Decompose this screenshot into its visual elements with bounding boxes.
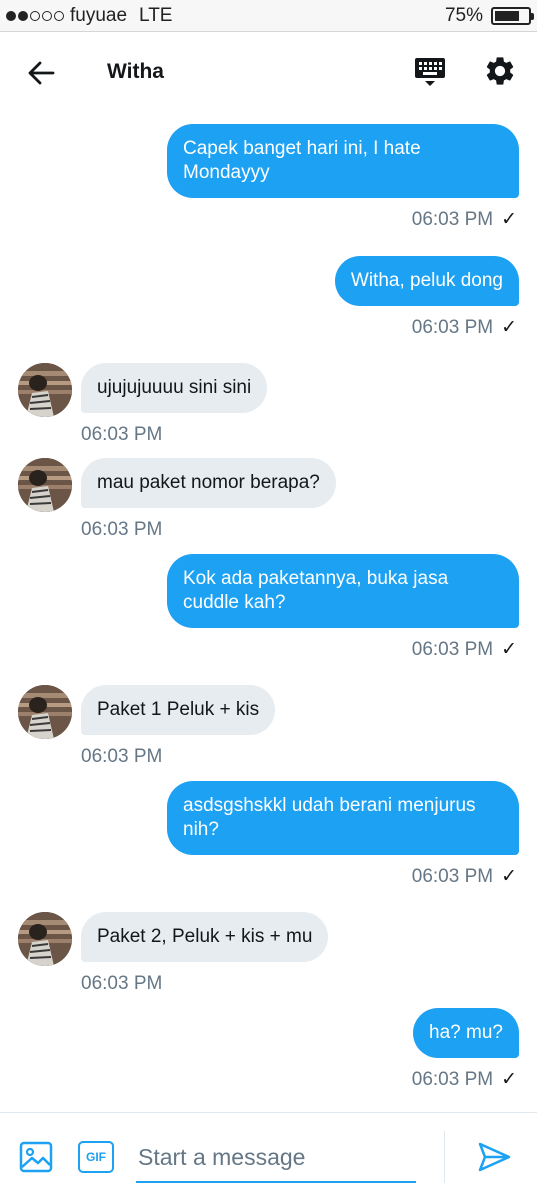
back-button[interactable] bbox=[24, 58, 58, 88]
message-timestamp: 06:03 PM ✓ bbox=[411, 317, 517, 338]
sent-message[interactable]: Witha, peluk dong bbox=[334, 256, 519, 306]
page-title: Witha bbox=[107, 60, 164, 83]
image-icon bbox=[19, 1141, 53, 1173]
gear-icon bbox=[486, 57, 514, 85]
avatar[interactable] bbox=[18, 363, 72, 417]
received-message[interactable]: Paket 1 Peluk + kis bbox=[81, 685, 276, 735]
sent-message[interactable]: ha? mu? bbox=[413, 1008, 519, 1058]
message-timestamp: 06:03 PM bbox=[81, 424, 163, 445]
add-photo-button[interactable] bbox=[18, 1139, 54, 1175]
message-timestamp: 06:03 PM bbox=[81, 973, 163, 994]
profile-photo bbox=[18, 458, 72, 512]
received-message[interactable]: mau paket nomor berapa? bbox=[81, 458, 336, 508]
network-type: LTE bbox=[139, 4, 173, 26]
keyboard-icon bbox=[415, 58, 445, 86]
keyboard-button[interactable] bbox=[412, 54, 448, 90]
avatar[interactable] bbox=[18, 458, 72, 512]
sent-check-icon: ✓ bbox=[501, 639, 517, 660]
message-timestamp: 06:03 PM ✓ bbox=[411, 866, 517, 887]
message-timestamp: 06:03 PM bbox=[81, 519, 163, 540]
sent-check-icon: ✓ bbox=[501, 866, 517, 887]
send-button[interactable] bbox=[476, 1139, 512, 1175]
sent-check-icon: ✓ bbox=[501, 1069, 517, 1090]
sent-message[interactable]: asdsgshskkl udah berani menjurus nih? bbox=[167, 781, 519, 855]
profile-photo bbox=[18, 912, 72, 966]
message-bubble: ujujujuuuu sini sini bbox=[81, 363, 268, 413]
sent-check-icon: ✓ bbox=[501, 317, 517, 338]
message-input[interactable] bbox=[136, 1133, 416, 1183]
status-bar: fuyuae LTE 75% bbox=[0, 0, 537, 32]
message-bubble: ha? mu? bbox=[413, 1008, 519, 1058]
message-bubble: asdsgshskkl udah berani menjurus nih? bbox=[167, 781, 519, 855]
composer-divider bbox=[444, 1131, 445, 1183]
avatar[interactable] bbox=[18, 685, 72, 739]
message-bubble: Capek banget hari ini, I hate Mondayyy bbox=[167, 124, 519, 198]
profile-photo bbox=[18, 685, 72, 739]
received-message[interactable]: ujujujuuuu sini sini bbox=[81, 363, 268, 413]
sent-check-icon: ✓ bbox=[501, 209, 517, 230]
profile-photo bbox=[18, 363, 72, 417]
message-bubble: Paket 1 Peluk + kis bbox=[81, 685, 276, 735]
back-arrow-icon bbox=[28, 61, 55, 85]
message-timestamp: 06:03 PM bbox=[81, 746, 163, 767]
message-timestamp: 06:03 PM ✓ bbox=[411, 209, 517, 230]
settings-button[interactable] bbox=[483, 54, 519, 90]
sent-message[interactable]: Kok ada paketannya, buka jasa cuddle kah… bbox=[167, 554, 519, 628]
carrier-name: fuyuae bbox=[70, 4, 128, 26]
message-bubble: mau paket nomor berapa? bbox=[81, 458, 336, 508]
message-bubble: Paket 2, Peluk + kis + mu bbox=[81, 912, 329, 962]
battery-percent: 75% bbox=[444, 4, 483, 26]
signal-strength-icon bbox=[6, 10, 64, 21]
sent-message[interactable]: Capek banget hari ini, I hate Mondayyy bbox=[167, 124, 519, 198]
message-timestamp: 06:03 PM ✓ bbox=[411, 639, 517, 660]
message-bubble: Kok ada paketannya, buka jasa cuddle kah… bbox=[167, 554, 519, 628]
received-message[interactable]: Paket 2, Peluk + kis + mu bbox=[81, 912, 329, 962]
avatar[interactable] bbox=[18, 912, 72, 966]
message-timestamp: 06:03 PM ✓ bbox=[411, 1069, 517, 1090]
conversation-header: Witha bbox=[0, 32, 537, 114]
gif-button[interactable]: GIF bbox=[78, 1141, 114, 1173]
send-icon bbox=[478, 1142, 511, 1172]
message-bubble: Witha, peluk dong bbox=[334, 256, 519, 306]
battery-icon bbox=[491, 6, 534, 25]
message-composer: GIF bbox=[0, 1112, 537, 1200]
